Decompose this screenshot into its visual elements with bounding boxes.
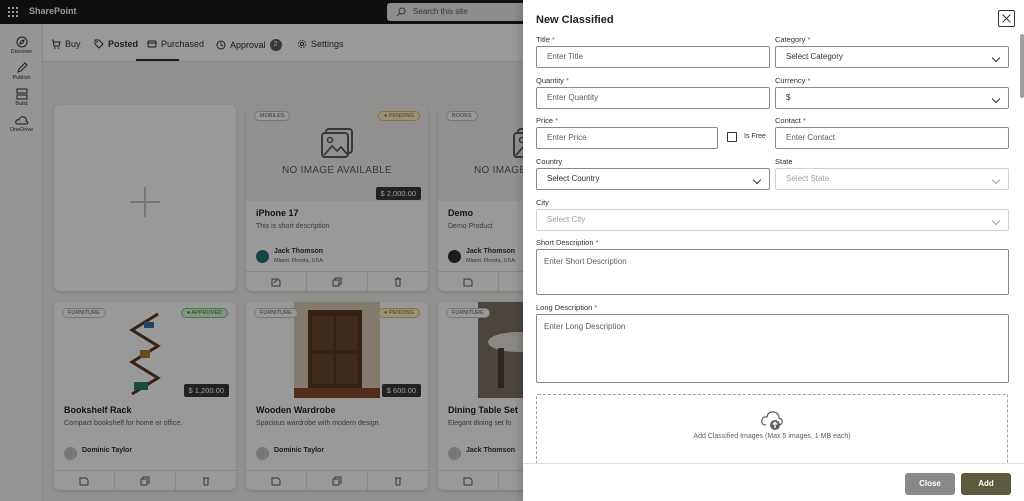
price-input[interactable]: Enter Price <box>536 127 718 149</box>
placeholder: Select State <box>786 174 830 183</box>
long-description-textarea[interactable]: Enter Long Description <box>536 314 1009 383</box>
scrollbar[interactable] <box>1020 34 1024 98</box>
label-text: Quantity <box>536 76 564 85</box>
required-mark: * <box>595 238 599 247</box>
new-classified-panel: New Classified Title * Enter Title Categ… <box>523 0 1024 501</box>
required-mark: * <box>807 76 811 85</box>
panel-footer: Close Add <box>523 463 1024 501</box>
image-upload-dropzone[interactable]: Add Classified Images (Max 5 images, 1 M… <box>536 394 1008 464</box>
chevron-down-icon <box>991 216 1001 226</box>
city-select[interactable]: Select City <box>536 209 1009 231</box>
placeholder: Enter Price <box>547 133 587 142</box>
chevron-down-icon <box>991 175 1001 185</box>
placeholder: Select Category <box>786 52 843 61</box>
upload-hint: Add Classified Images (Max 5 images, 1 M… <box>693 433 851 440</box>
placeholder: Select City <box>547 215 586 224</box>
close-button[interactable]: Close <box>905 473 955 495</box>
required-mark: * <box>566 76 569 85</box>
label-text: Short Description <box>536 238 594 247</box>
city-label: City <box>536 198 549 207</box>
close-icon[interactable] <box>998 10 1015 27</box>
long-description-label: Long Description * <box>536 303 597 312</box>
quantity-label: Quantity * <box>536 76 569 85</box>
quantity-input[interactable]: Enter Quantity <box>536 87 770 109</box>
category-select[interactable]: Select Category <box>775 46 1009 68</box>
short-description-label: Short Description * <box>536 238 599 247</box>
placeholder: Enter Short Description <box>544 257 627 266</box>
contact-label: Contact * <box>775 116 806 125</box>
chevron-down-icon <box>752 175 762 185</box>
chevron-down-icon <box>991 94 1001 104</box>
chevron-down-icon <box>991 53 1001 63</box>
required-mark: * <box>802 116 806 125</box>
country-label: Country <box>536 157 563 166</box>
required-mark: * <box>594 303 598 312</box>
placeholder: Enter Contact <box>786 133 835 142</box>
price-label: Price * <box>536 116 558 125</box>
short-description-textarea[interactable]: Enter Short Description <box>536 249 1009 295</box>
placeholder: Select Country <box>547 174 600 183</box>
selected-value: $ <box>786 93 791 102</box>
placeholder: Enter Quantity <box>547 93 599 102</box>
label-text: Price <box>536 116 554 125</box>
contact-input[interactable]: Enter Contact <box>775 127 1009 149</box>
state-label: State <box>775 157 793 166</box>
title-input[interactable]: Enter Title <box>536 46 770 68</box>
category-label: Category * <box>775 35 810 44</box>
label-text: Title <box>536 35 550 44</box>
country-select[interactable]: Select Country <box>536 168 770 190</box>
required-mark: * <box>551 35 555 44</box>
placeholder: Enter Long Description <box>544 322 626 331</box>
label-text: Contact <box>775 116 801 125</box>
panel-title: New Classified <box>536 14 614 26</box>
add-button[interactable]: Add <box>961 473 1011 495</box>
placeholder: Enter Title <box>547 52 584 61</box>
is-free-label: Is Free <box>744 133 766 140</box>
title-label: Title * <box>536 35 555 44</box>
label-text: Category <box>775 35 806 44</box>
cloud-upload-icon <box>761 411 783 430</box>
required-mark: * <box>555 116 559 125</box>
currency-label: Currency * <box>775 76 810 85</box>
label-text: Currency <box>775 76 806 85</box>
state-select[interactable]: Select State <box>775 168 1009 190</box>
label-text: Long Description <box>536 303 593 312</box>
required-mark: * <box>807 35 811 44</box>
currency-select[interactable]: $ <box>775 87 1009 109</box>
is-free-checkbox[interactable] <box>727 132 737 142</box>
